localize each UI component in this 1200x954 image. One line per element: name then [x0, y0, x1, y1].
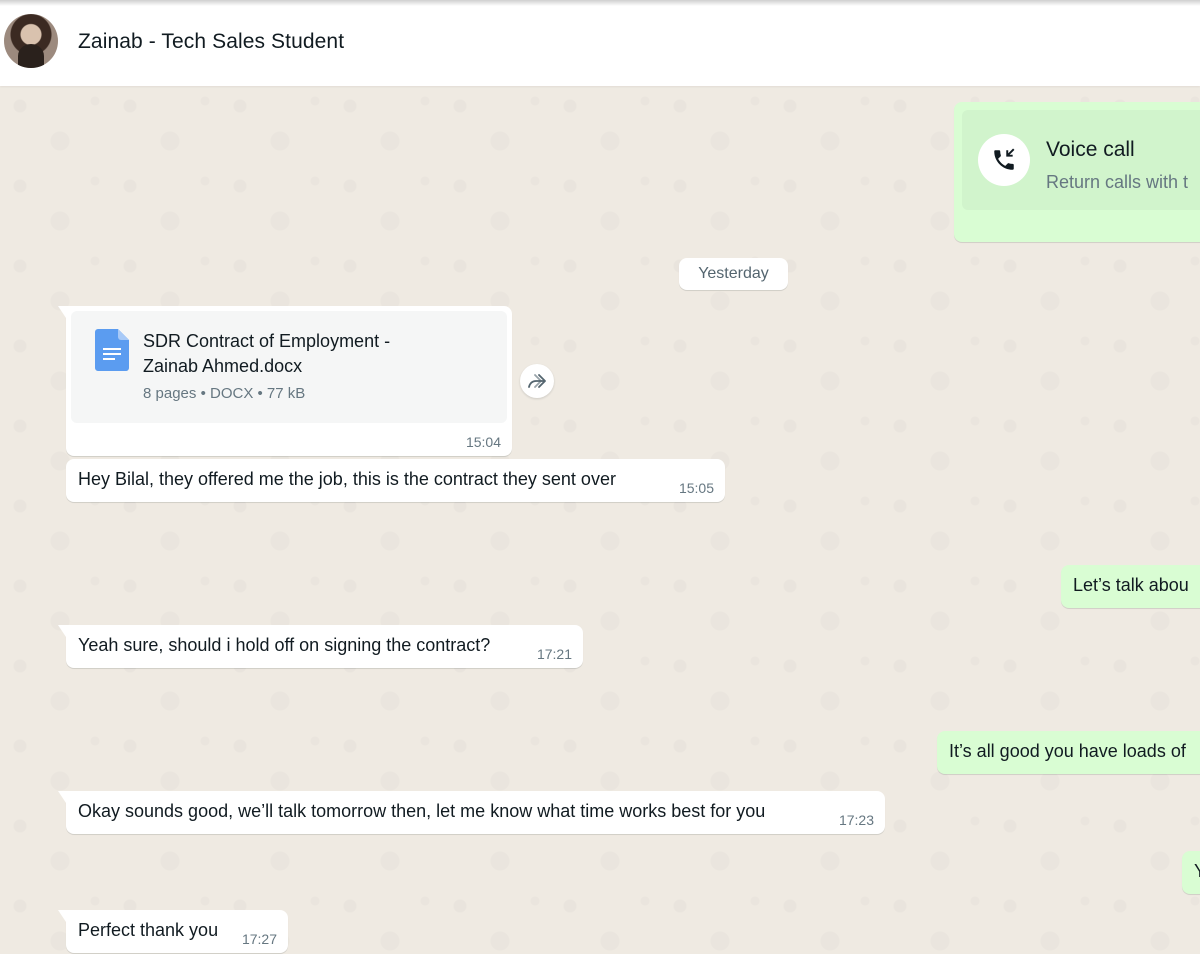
message-text: Let’s talk abou [1073, 575, 1189, 595]
forward-button[interactable] [520, 364, 554, 398]
contact-avatar[interactable] [4, 14, 58, 68]
document-type: DOCX [209, 385, 254, 402]
message-time: 17:21 [536, 646, 572, 662]
voice-call-card[interactable]: Voice call Return calls with t [962, 110, 1200, 210]
message-outgoing[interactable]: It’s all good you have loads of [937, 731, 1200, 774]
docx-file-icon [95, 329, 129, 371]
forward-icon [528, 374, 546, 388]
message-incoming[interactable]: Okay sounds good, we’ll talk tomorrow th… [58, 791, 885, 834]
document-pages: 8 pages [143, 385, 197, 402]
message-text: Hey Bilal, they offered me the job, this… [78, 469, 616, 489]
message-incoming[interactable]: Yeah sure, should i hold off on signing … [58, 625, 583, 668]
phone-call-icon-graphic [994, 148, 1015, 170]
contact-name[interactable]: Zainab - Tech Sales Student [78, 30, 344, 54]
message-incoming[interactable]: Hey Bilal, they offered me the job, this… [66, 459, 725, 502]
message-time: 15:04 [465, 434, 501, 450]
message-text: Y [1194, 861, 1200, 882]
document-message[interactable]: SDR Contract of Employment - Zainab Ahme… [58, 306, 512, 456]
message-outgoing[interactable]: Y [1182, 851, 1200, 894]
meta-separator: • [257, 385, 267, 402]
message-text: Yeah sure, should i hold off on signing … [78, 635, 491, 655]
document-attachment[interactable]: SDR Contract of Employment - Zainab Ahme… [71, 311, 507, 423]
message-time: 17:23 [838, 812, 874, 828]
message-time: 17:27 [241, 931, 277, 947]
chat-header[interactable]: Zainab - Tech Sales Student [0, 0, 1200, 86]
document-name: SDR Contract of Employment - Zainab Ahme… [143, 331, 391, 376]
voice-call-message[interactable]: Voice call Return calls with t [954, 102, 1200, 242]
phone-call-icon [978, 134, 1030, 186]
document-size: 77 kB [266, 385, 306, 402]
call-title: Voice call [1046, 138, 1135, 161]
message-time: 15:05 [678, 480, 714, 496]
message-text: Okay sounds good, we’ll talk tomorrow th… [78, 801, 766, 821]
meta-separator: • [200, 385, 210, 402]
call-subtitle: Return calls with t [1046, 172, 1189, 192]
message-text: Perfect thank you [78, 920, 219, 940]
message-outgoing[interactable]: Let’s talk abou [1061, 565, 1200, 608]
window-top-edge [0, 0, 1200, 6]
message-text: It’s all good you have loads of [949, 741, 1186, 761]
date-divider: Yesterday [679, 258, 788, 290]
document-meta: 8 pages • DOCX • 77 kB [143, 385, 305, 402]
message-incoming[interactable]: Perfect thank you 17:27 [58, 910, 288, 953]
